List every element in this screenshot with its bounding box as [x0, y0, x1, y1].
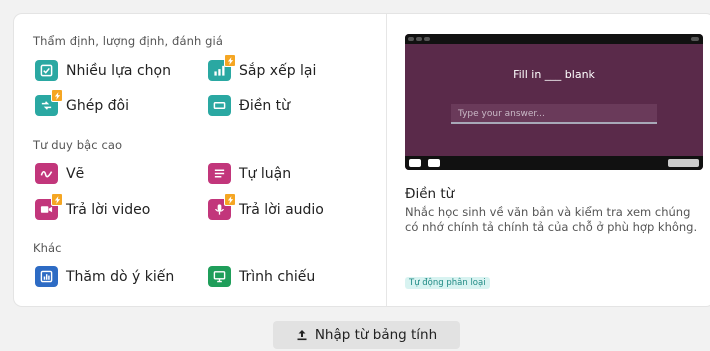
premium-bolt-icon — [51, 193, 63, 206]
match-icon — [35, 89, 63, 116]
draw-icon — [35, 163, 58, 184]
preview-top-bar — [405, 34, 703, 44]
item-label: Sắp xếp lại — [239, 62, 317, 79]
preview-control-dot — [409, 159, 421, 167]
item-poll[interactable]: Thăm dò ý kiến — [35, 266, 174, 287]
item-fill-blank[interactable]: Điền từ — [208, 95, 290, 116]
detail-title: Điền từ — [405, 186, 455, 202]
preview-control-bar — [668, 159, 699, 167]
item-label: Trả lời video — [66, 201, 151, 218]
detail-description: Nhắc học sinh về văn bản và kiểm tra xem… — [405, 205, 698, 234]
item-label: Ghép đôi — [66, 97, 130, 114]
item-draw[interactable]: Vẽ — [35, 163, 84, 184]
video-icon — [35, 193, 63, 220]
checkbox-icon — [35, 60, 58, 81]
import-button-label: Nhập từ bảng tính — [314, 327, 438, 343]
microphone-icon — [208, 193, 236, 220]
preview-answer-input: Type your answer... — [451, 104, 657, 124]
blank-field-icon — [208, 95, 231, 116]
text-lines-icon — [208, 163, 231, 184]
upload-icon — [296, 329, 308, 341]
item-label: Nhiều lựa chọn — [66, 62, 171, 79]
section-title-assessment: Thẩm định, lượng định, đánh giá — [33, 34, 223, 48]
item-multiple-choice[interactable]: Nhiều lựa chọn — [35, 60, 171, 81]
question-preview: Fill in ___ blank Type your answer... — [405, 34, 703, 170]
detail-pane: Fill in ___ blank Type your answer... Đi… — [387, 14, 710, 306]
item-open-ended[interactable]: Tự luận — [208, 163, 291, 184]
premium-bolt-icon — [224, 54, 236, 67]
item-label: Trả lời audio — [239, 201, 324, 218]
preview-bottom-bar — [405, 156, 703, 170]
question-type-panel: Thẩm định, lượng định, đánh giá Nhiều lự… — [14, 14, 710, 306]
item-match[interactable]: Ghép đôi — [35, 89, 130, 116]
item-label: Vẽ — [66, 165, 85, 182]
presentation-icon — [208, 266, 231, 287]
item-audio-response[interactable]: Trả lời audio — [208, 193, 324, 220]
question-type-list: Thẩm định, lượng định, đánh giá Nhiều lự… — [14, 14, 387, 306]
item-slide[interactable]: Trình chiếu — [208, 266, 315, 287]
item-label: Trình chiếu — [239, 268, 316, 285]
item-label: Điền từ — [239, 97, 291, 114]
item-reorder[interactable]: Sắp xếp lại — [208, 54, 317, 81]
bar-chart-icon — [208, 54, 236, 81]
section-title-higher-order: Tư duy bậc cao — [33, 138, 123, 152]
section-title-other: Khác — [33, 241, 62, 255]
poll-icon — [35, 266, 58, 287]
item-video-response[interactable]: Trả lời video — [35, 193, 151, 220]
auto-graded-badge: Tự động phân loại — [405, 277, 490, 289]
premium-bolt-icon — [51, 89, 63, 102]
preview-control-dot — [428, 159, 440, 167]
import-spreadsheet-button[interactable]: Nhập từ bảng tính — [273, 321, 460, 349]
premium-bolt-icon — [224, 193, 236, 206]
preview-question-text: Fill in ___ blank — [513, 68, 595, 81]
item-label: Tự luận — [239, 165, 292, 182]
item-label: Thăm dò ý kiến — [66, 268, 175, 285]
